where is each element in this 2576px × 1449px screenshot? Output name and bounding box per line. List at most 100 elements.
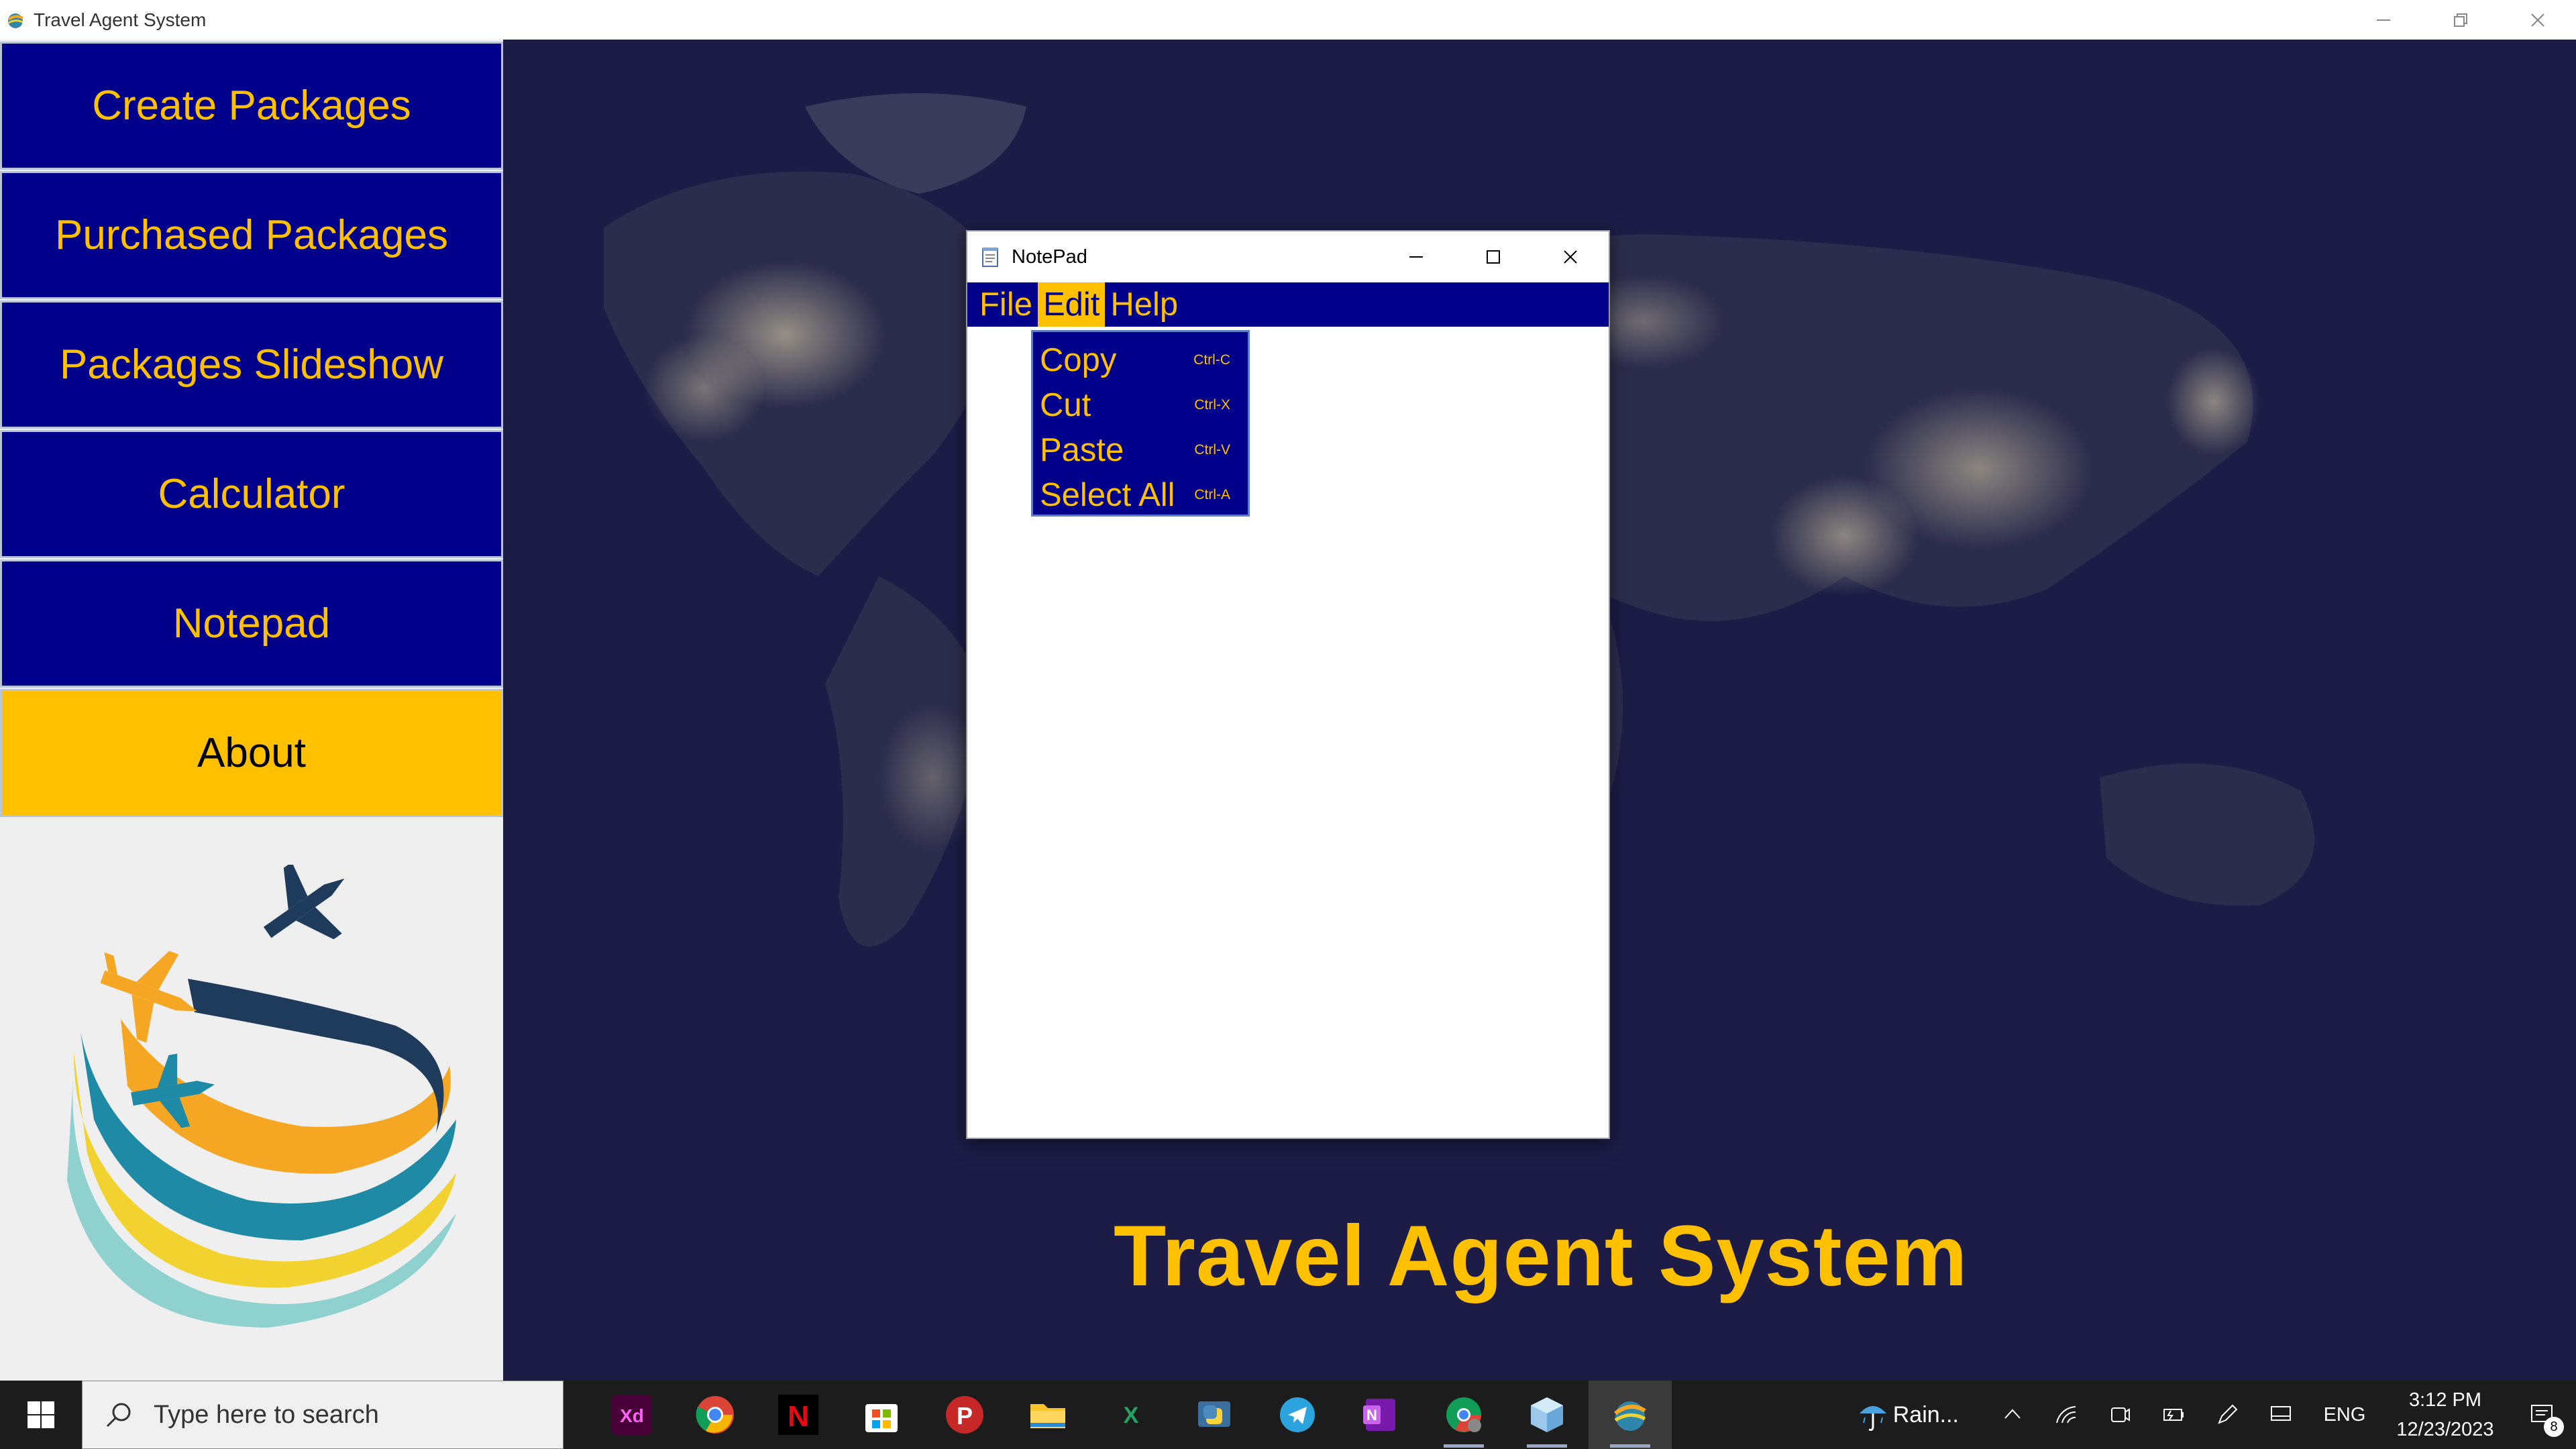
- system-tray: Rain... ENG 3:12 PM 12/23/2023 8: [1853, 1381, 2576, 1449]
- clock-date: 12/23/2023: [2396, 1419, 2494, 1440]
- display-button[interactable]: [2254, 1381, 2308, 1449]
- svg-text:N: N: [1366, 1407, 1377, 1424]
- show-hidden-icons-button[interactable]: [1986, 1381, 2039, 1449]
- minimize-icon: [2376, 19, 2390, 21]
- search-placeholder: Type here to search: [154, 1400, 379, 1429]
- minimize-button[interactable]: [2345, 0, 2422, 40]
- clock-time: 3:12 PM: [2409, 1389, 2481, 1411]
- notification-count-badge: 8: [2544, 1417, 2564, 1437]
- notepad-menubar: File Edit Help: [967, 282, 1609, 327]
- start-button[interactable]: [0, 1381, 82, 1449]
- menu-item-paste[interactable]: Paste Ctrl-V: [1033, 427, 1248, 472]
- taskbar-virtualbox[interactable]: [1505, 1381, 1589, 1449]
- adobe-xd-icon: Xd: [612, 1395, 652, 1435]
- notification-center-button[interactable]: 8: [2509, 1381, 2576, 1449]
- notepad-minimize-button[interactable]: [1377, 231, 1454, 282]
- notepad-maximize-button[interactable]: [1454, 231, 1532, 282]
- virtualbox-icon: [1531, 1397, 1563, 1432]
- input-language[interactable]: ENG: [2308, 1404, 2381, 1426]
- main-window-titlebar: Travel Agent System: [0, 0, 2576, 40]
- telegram-icon: [1280, 1397, 1315, 1432]
- chrome-profile-icon: [1446, 1397, 1481, 1432]
- notepad-button[interactable]: Notepad: [0, 559, 503, 688]
- taskbar-python[interactable]: [1173, 1381, 1256, 1449]
- close-button[interactable]: [2499, 0, 2576, 40]
- cut-shortcut: Ctrl-X: [1194, 396, 1230, 413]
- menu-help[interactable]: Help: [1105, 282, 1183, 327]
- svg-text:N: N: [788, 1400, 809, 1433]
- cut-label: Cut: [1040, 386, 1091, 423]
- display-icon: [2271, 1406, 2291, 1421]
- taskbar-excel[interactable]: X: [1089, 1381, 1173, 1449]
- search-icon: [106, 1403, 131, 1428]
- close-icon: [1563, 250, 1577, 264]
- select-all-label: Select All: [1040, 476, 1175, 513]
- edit-menu-dropdown: Copy Ctrl-C Cut Ctrl-X Paste Ctrl-V Sele…: [1031, 330, 1250, 517]
- taskbar-pdf-reader[interactable]: P: [923, 1381, 1006, 1449]
- microsoft-store-icon: [865, 1404, 898, 1432]
- select-all-shortcut: Ctrl-A: [1194, 486, 1230, 502]
- taskbar-chrome-profile[interactable]: [1422, 1381, 1505, 1449]
- battery-icon: [2163, 1409, 2184, 1421]
- pen-button[interactable]: [2200, 1381, 2254, 1449]
- weather-text[interactable]: Rain...: [1893, 1402, 1959, 1428]
- weather-rain-icon[interactable]: [1853, 1395, 1893, 1435]
- menu-item-cut[interactable]: Cut Ctrl-X: [1033, 382, 1248, 427]
- travel-logo: [67, 865, 456, 1328]
- camera-icon: [2111, 1407, 2130, 1422]
- pen-icon: [2218, 1404, 2238, 1424]
- notepad-icon: [982, 248, 998, 267]
- menu-item-copy[interactable]: Copy Ctrl-C: [1033, 337, 1248, 382]
- taskbar-search-box[interactable]: Type here to search: [82, 1381, 564, 1449]
- copy-shortcut: Ctrl-C: [1193, 352, 1230, 368]
- app-heading: Travel Agent System: [1114, 1208, 1968, 1304]
- chrome-icon: [696, 1396, 734, 1434]
- create-packages-button[interactable]: Create Packages: [0, 42, 503, 170]
- calculator-button[interactable]: Calculator: [0, 430, 503, 558]
- network-button[interactable]: [2039, 1381, 2093, 1449]
- notepad-titlebar[interactable]: NotePad: [967, 231, 1609, 282]
- wifi-icon: [2056, 1406, 2076, 1424]
- close-icon: [2530, 13, 2544, 27]
- taskbar-file-explorer[interactable]: [1006, 1381, 1089, 1449]
- notepad-close-button[interactable]: [1532, 231, 1609, 282]
- battery-button[interactable]: [2147, 1381, 2200, 1449]
- camera-button[interactable]: [2093, 1381, 2147, 1449]
- about-button[interactable]: About: [0, 689, 503, 817]
- svg-text:P: P: [957, 1402, 973, 1430]
- menu-file[interactable]: File: [974, 282, 1038, 327]
- taskbar-microsoft-store[interactable]: [840, 1381, 923, 1449]
- notepad-title: NotePad: [1012, 246, 1087, 268]
- app-globe-icon: [7, 13, 23, 28]
- taskbar-clock[interactable]: 3:12 PM 12/23/2023: [2381, 1385, 2509, 1444]
- netflix-icon: N: [778, 1395, 818, 1435]
- svg-text:X: X: [1124, 1403, 1139, 1428]
- restore-icon: [2453, 13, 2467, 27]
- taskbar-adobe-xd[interactable]: Xd: [590, 1381, 674, 1449]
- paste-label: Paste: [1040, 431, 1124, 468]
- python-icon: [1198, 1401, 1230, 1427]
- travel-agent-app-icon: [1614, 1401, 1646, 1431]
- taskbar-travel-agent-app[interactable]: [1589, 1381, 1672, 1449]
- restore-button[interactable]: [2422, 0, 2499, 40]
- sidebar: Create Packages Purchased Packages Packa…: [0, 40, 503, 1381]
- menu-item-select-all[interactable]: Select All Ctrl-A: [1033, 472, 1248, 517]
- pdf-reader-icon: P: [946, 1396, 983, 1434]
- onenote-icon: N: [1363, 1399, 1395, 1431]
- minimize-icon: [1409, 256, 1423, 258]
- taskbar-chrome[interactable]: [674, 1381, 757, 1449]
- packages-slideshow-button[interactable]: Packages Slideshow: [0, 301, 503, 429]
- menu-edit[interactable]: Edit: [1037, 282, 1106, 327]
- taskbar-netflix[interactable]: N: [757, 1381, 840, 1449]
- purchased-packages-button[interactable]: Purchased Packages: [0, 171, 503, 299]
- copy-label: Copy: [1040, 341, 1117, 378]
- paste-shortcut: Ctrl-V: [1194, 441, 1230, 458]
- file-explorer-icon: [1030, 1404, 1065, 1428]
- maximize-icon: [1486, 250, 1500, 264]
- excel-icon: X: [1124, 1403, 1139, 1428]
- svg-text:Xd: Xd: [620, 1405, 644, 1426]
- taskbar-telegram[interactable]: [1256, 1381, 1339, 1449]
- taskbar: Type here to search Xd N P X N Rain... E…: [0, 1381, 2576, 1449]
- taskbar-onenote[interactable]: N: [1339, 1381, 1422, 1449]
- window-title: Travel Agent System: [34, 9, 207, 30]
